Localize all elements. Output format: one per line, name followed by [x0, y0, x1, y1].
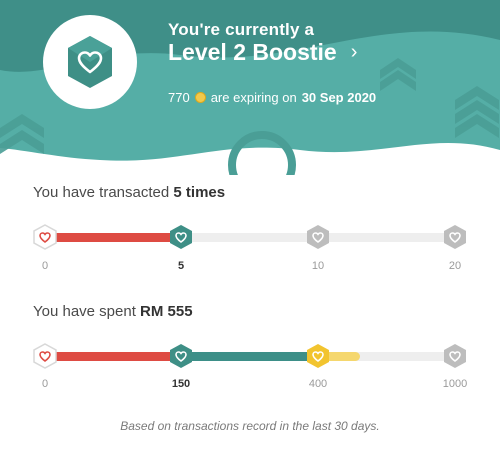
tier-header: You're currently a Level 2 Boostie › 770…: [0, 0, 500, 175]
points-expiry: 770 are expiring on 30 Sep 2020: [168, 90, 376, 105]
heart-hexagon-icon: [307, 225, 329, 249]
transactions-title: You have transacted 5 times: [33, 184, 226, 201]
heart-hexagon-icon: [33, 224, 57, 250]
spending-tick: 150: [171, 378, 191, 390]
tier-intro-text: You're currently a: [168, 20, 315, 39]
spending-title: You have spent RM 555: [33, 303, 193, 320]
expiry-label: are expiring on: [210, 90, 297, 105]
footnote: Based on transactions record in the last…: [120, 419, 380, 433]
points-count: 770: [168, 90, 190, 105]
transactions-tick: 0: [41, 260, 49, 272]
heart-hexagon-icon: [170, 225, 192, 249]
level-badge: [43, 15, 137, 109]
spending-node-locked: [442, 343, 468, 369]
transactions-progress-fill: [45, 233, 181, 242]
spending-tick: 1000: [442, 378, 468, 390]
transactions-node-current: [168, 224, 194, 250]
heart-hexagon-icon: [68, 36, 112, 88]
chevron-right-icon: ›: [350, 41, 358, 63]
spending-node-start: [32, 343, 58, 369]
heart-hexagon-icon: [444, 344, 466, 368]
transactions-node-start: [32, 224, 58, 250]
coin-icon: [194, 92, 206, 103]
heart-hexagon-icon: [307, 344, 329, 368]
heart-hexagon-icon: [444, 225, 466, 249]
spending-tick: 0: [41, 378, 49, 390]
spending-progress-fill-teal: [181, 352, 318, 361]
transactions-value: 5 times: [173, 184, 226, 201]
spending-progress-fill-red: [45, 352, 181, 361]
spending-value: RM 555: [140, 303, 193, 320]
level-title-link[interactable]: Level 2 Boostie ›: [168, 39, 357, 66]
transactions-node-locked: [305, 224, 331, 250]
spending-node-current: [168, 343, 194, 369]
transactions-tick: 20: [448, 260, 462, 272]
heart-hexagon-icon: [170, 344, 192, 368]
spending-node-gold: [305, 343, 331, 369]
level-title: Level 2 Boostie: [168, 39, 337, 65]
expiry-date: 30 Sep 2020: [301, 90, 377, 105]
transactions-tick: 10: [311, 260, 325, 272]
heart-hexagon-icon: [33, 343, 57, 369]
transactions-node-locked: [442, 224, 468, 250]
transactions-tick: 5: [177, 260, 185, 272]
spending-tick: 400: [308, 378, 328, 390]
